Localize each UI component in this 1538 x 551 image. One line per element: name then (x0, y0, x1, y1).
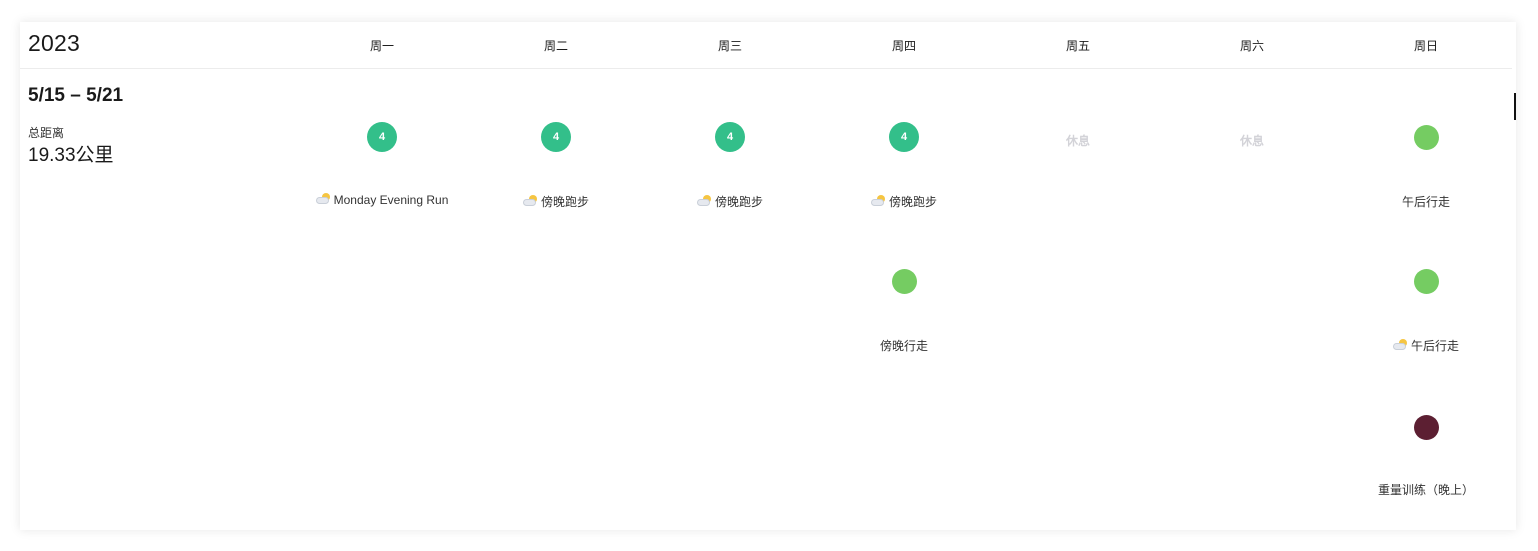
run-activity-badge[interactable]: 4 (367, 122, 397, 152)
activity-name: 傍晚跑步 (540, 195, 589, 209)
activity-link[interactable]: Monday Evening Run (297, 193, 467, 207)
partly-cloudy-icon (315, 193, 332, 205)
total-distance-value: 19.33公里 (28, 145, 114, 166)
day-header-4: 周四 (891, 39, 916, 53)
activity-name: 午后行走 (1401, 195, 1450, 209)
calendar-header: 2023 周一 周二 周三 周四 周五 周六 周日 (20, 22, 1512, 69)
activity-name: 傍晚行走 (879, 339, 928, 353)
partly-cloudy-icon (1392, 339, 1409, 351)
day-header-6: 周六 (1239, 39, 1264, 53)
partly-cloudy-icon (522, 195, 539, 207)
partly-cloudy-icon (870, 195, 887, 207)
activity-link[interactable]: 重量训练（晚上） (1341, 481, 1511, 498)
day-header-5: 周五 (1065, 39, 1090, 53)
weekly-calendar-card: 2023 周一 周二 周三 周四 周五 周六 周日 5/15 – 5/21 总距离 19.3… (20, 22, 1516, 530)
day-header-7: 周日 (1413, 39, 1438, 53)
walk-activity-badge[interactable] (1413, 125, 1439, 150)
rest-day-label: 休息 (1239, 134, 1264, 148)
total-distance-label: 总距离 (28, 126, 65, 140)
activity-link[interactable]: 傍晚跑步 (471, 193, 641, 210)
day-header-2: 周二 (543, 39, 568, 53)
run-activity-badge[interactable]: 4 (715, 122, 745, 152)
run-activity-badge[interactable]: 4 (541, 122, 571, 152)
activity-name: 午后行走 (1410, 339, 1459, 353)
week-range: 5/15 – 5/21 (28, 85, 124, 106)
activity-name: 重量训练（晚上） (1377, 483, 1474, 497)
activity-name: 傍晚跑步 (714, 195, 763, 209)
activity-link[interactable]: 午后行走 (1341, 337, 1511, 354)
year-title: 2023 (28, 30, 80, 56)
activity-link[interactable]: 傍晚跑步 (645, 193, 815, 210)
run-activity-badge[interactable]: 4 (889, 122, 919, 152)
partly-cloudy-icon (696, 195, 713, 207)
walk-activity-badge[interactable] (891, 269, 917, 294)
scrollbar-thumb[interactable] (1514, 93, 1516, 120)
rest-day-label: 休息 (1065, 134, 1090, 148)
day-header-1: 周一 (369, 39, 394, 53)
activity-link[interactable]: 午后行走 (1341, 193, 1511, 210)
activity-link[interactable]: 傍晚行走 (819, 337, 989, 354)
weights-activity-badge[interactable] (1413, 415, 1439, 440)
activity-name: 傍晚跑步 (888, 195, 937, 209)
walk-activity-badge[interactable] (1413, 269, 1439, 294)
activity-link[interactable]: 傍晚跑步 (819, 193, 989, 210)
day-header-3: 周三 (717, 39, 742, 53)
activity-name: Monday Evening Run (333, 193, 449, 207)
